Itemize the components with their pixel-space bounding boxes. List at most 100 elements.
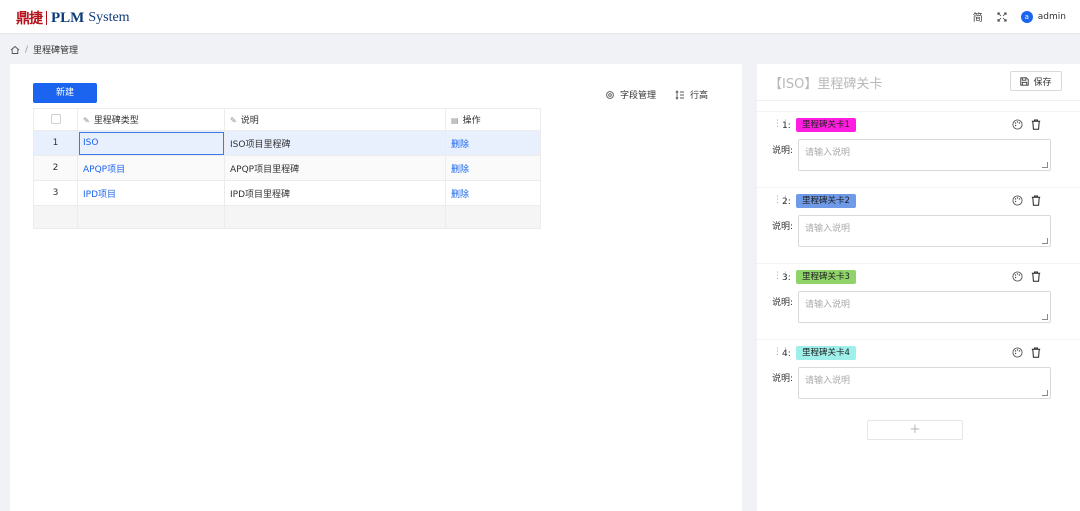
edit-icon: ✎ [230,116,237,125]
row-height-label: 行高 [690,91,709,101]
gate-index: 2: [782,197,791,207]
breadcrumb: / 里程碑管理 [10,43,78,56]
divider [757,100,1080,101]
type-link[interactable]: ISO [83,138,98,148]
empty-cell [224,205,446,229]
table-row[interactable]: 1 ISO ISO项目里程碑 删除 [33,130,541,156]
logo[interactable]: 鼎捷 PLM System [16,8,130,28]
desc-placeholder: 请输入说明 [805,300,851,310]
milestone-gate-panel: 【ISO】里程碑关卡 保存 ⋮⋮ 1: 里程碑关卡1 说明: 请输入说明 ⋮⋮ … [757,64,1080,511]
table-row[interactable]: 2 APQP项目 APQP项目里程碑 删除 [33,155,541,181]
row-height-button[interactable]: 行高 [675,88,708,101]
divider [757,263,1080,264]
add-gate-button[interactable]: + [867,420,963,440]
select-all-cell [33,108,78,131]
divider [757,111,1080,112]
save-button[interactable]: 保存 [1010,71,1062,91]
gate-desc-input[interactable]: 请输入说明 [798,367,1051,399]
logo-divider [46,11,47,25]
milestone-list-panel: 新建 字段管理 行高 ✎ 里程碑类型 ✎ 说明 ▤ 操作 1 ISO ISO项目里程碑… [10,64,742,511]
trash-icon[interactable] [1031,195,1041,206]
divider [757,339,1080,340]
resize-handle[interactable] [1042,314,1048,320]
gate-name-tag[interactable]: 里程碑关卡2 [796,194,856,208]
desc-label: 说明: [772,374,794,384]
table-empty-row [33,205,541,229]
resize-handle[interactable] [1042,162,1048,168]
type-cell[interactable]: ISO [77,130,225,156]
home-icon[interactable] [10,45,20,55]
fullscreen-icon[interactable] [997,12,1007,22]
new-button[interactable]: 新建 [33,83,97,103]
select-all-checkbox[interactable] [50,114,61,125]
edit-icon: ✎ [83,116,90,125]
palette-icon[interactable] [1012,347,1023,358]
user-name[interactable]: admin [1038,12,1066,22]
gate-item: ⋮⋮ 4: 里程碑关卡4 说明: 请输入说明 [757,339,1080,409]
gate-item: ⋮⋮ 3: 里程碑关卡3 说明: 请输入说明 [757,263,1080,333]
field-management-button[interactable]: 字段管理 [605,88,656,101]
desc-label: 说明: [772,146,794,156]
gate-name-tag[interactable]: 里程碑关卡4 [796,346,856,360]
table-row[interactable]: 3 IPD项目 IPD项目里程碑 删除 [33,180,541,206]
desc-cell[interactable]: APQP项目里程碑 [224,155,446,181]
save-label: 保存 [1033,77,1052,88]
header-actions: 简 a admin [973,9,1066,24]
empty-cell [33,205,78,229]
delete-link[interactable]: 删除 [451,190,469,200]
trash-icon[interactable] [1031,119,1041,130]
gate-desc-input[interactable]: 请输入说明 [798,291,1051,323]
column-header-action-label: 操作 [462,116,481,126]
desc-label: 说明: [772,222,794,232]
panel-title: 【ISO】里程碑关卡 [769,77,883,92]
avatar[interactable]: a [1020,10,1033,23]
logo-system: System [88,10,130,25]
gate-item: ⋮⋮ 2: 里程碑关卡2 说明: 请输入说明 [757,187,1080,257]
gate-desc-input[interactable]: 请输入说明 [798,215,1051,247]
type-cell[interactable]: IPD项目 [77,180,225,206]
palette-icon[interactable] [1012,195,1023,206]
desc-label: 说明: [772,298,794,308]
column-header-desc[interactable]: ✎ 说明 [224,108,446,131]
gate-index: 3: [782,273,791,283]
column-header-action[interactable]: ▤ 操作 [445,108,541,131]
delete-link[interactable]: 删除 [451,165,469,175]
column-header-type-label: 里程碑类型 [93,116,139,126]
type-link[interactable]: IPD项目 [83,190,116,200]
table-header-row: ✎ 里程碑类型 ✎ 说明 ▤ 操作 [33,108,541,131]
resize-handle[interactable] [1042,390,1048,396]
gate-desc-input[interactable]: 请输入说明 [798,139,1051,171]
desc-placeholder: 请输入说明 [805,224,851,234]
row-index: 3 [33,180,78,206]
row-index: 1 [33,130,78,156]
column-header-type[interactable]: ✎ 里程碑类型 [77,108,225,131]
gate-name-tag[interactable]: 里程碑关卡1 [796,118,856,132]
resize-handle[interactable] [1042,238,1048,244]
save-icon [1020,76,1030,86]
action-cell: 删除 [445,180,541,206]
delete-link[interactable]: 删除 [451,140,469,150]
type-link[interactable]: APQP项目 [83,165,125,175]
action-icon: ▤ [451,116,459,125]
type-cell[interactable]: APQP项目 [77,155,225,181]
palette-icon[interactable] [1012,119,1023,130]
breadcrumb-separator: / [25,44,29,55]
breadcrumb-current: 里程碑管理 [33,46,79,56]
trash-icon[interactable] [1031,347,1041,358]
top-header: 鼎捷 PLM System 简 a admin [0,0,1080,34]
empty-cell [77,205,225,229]
gate-name-tag[interactable]: 里程碑关卡3 [796,270,856,284]
desc-placeholder: 请输入说明 [805,148,851,158]
desc-cell[interactable]: IPD项目里程碑 [224,180,446,206]
milestone-table: ✎ 里程碑类型 ✎ 说明 ▤ 操作 1 ISO ISO项目里程碑 删除 2 APQP项… [33,108,541,229]
palette-icon[interactable] [1012,271,1023,282]
language-switch[interactable]: 简 [973,9,983,24]
row-height-icon [675,89,684,100]
logo-brand: 鼎捷 [16,11,43,27]
column-header-desc-label: 说明 [240,116,259,126]
row-index: 2 [33,155,78,181]
trash-icon[interactable] [1031,271,1041,282]
action-cell: 删除 [445,155,541,181]
desc-cell[interactable]: ISO项目里程碑 [224,130,446,156]
desc-placeholder: 请输入说明 [805,376,851,386]
